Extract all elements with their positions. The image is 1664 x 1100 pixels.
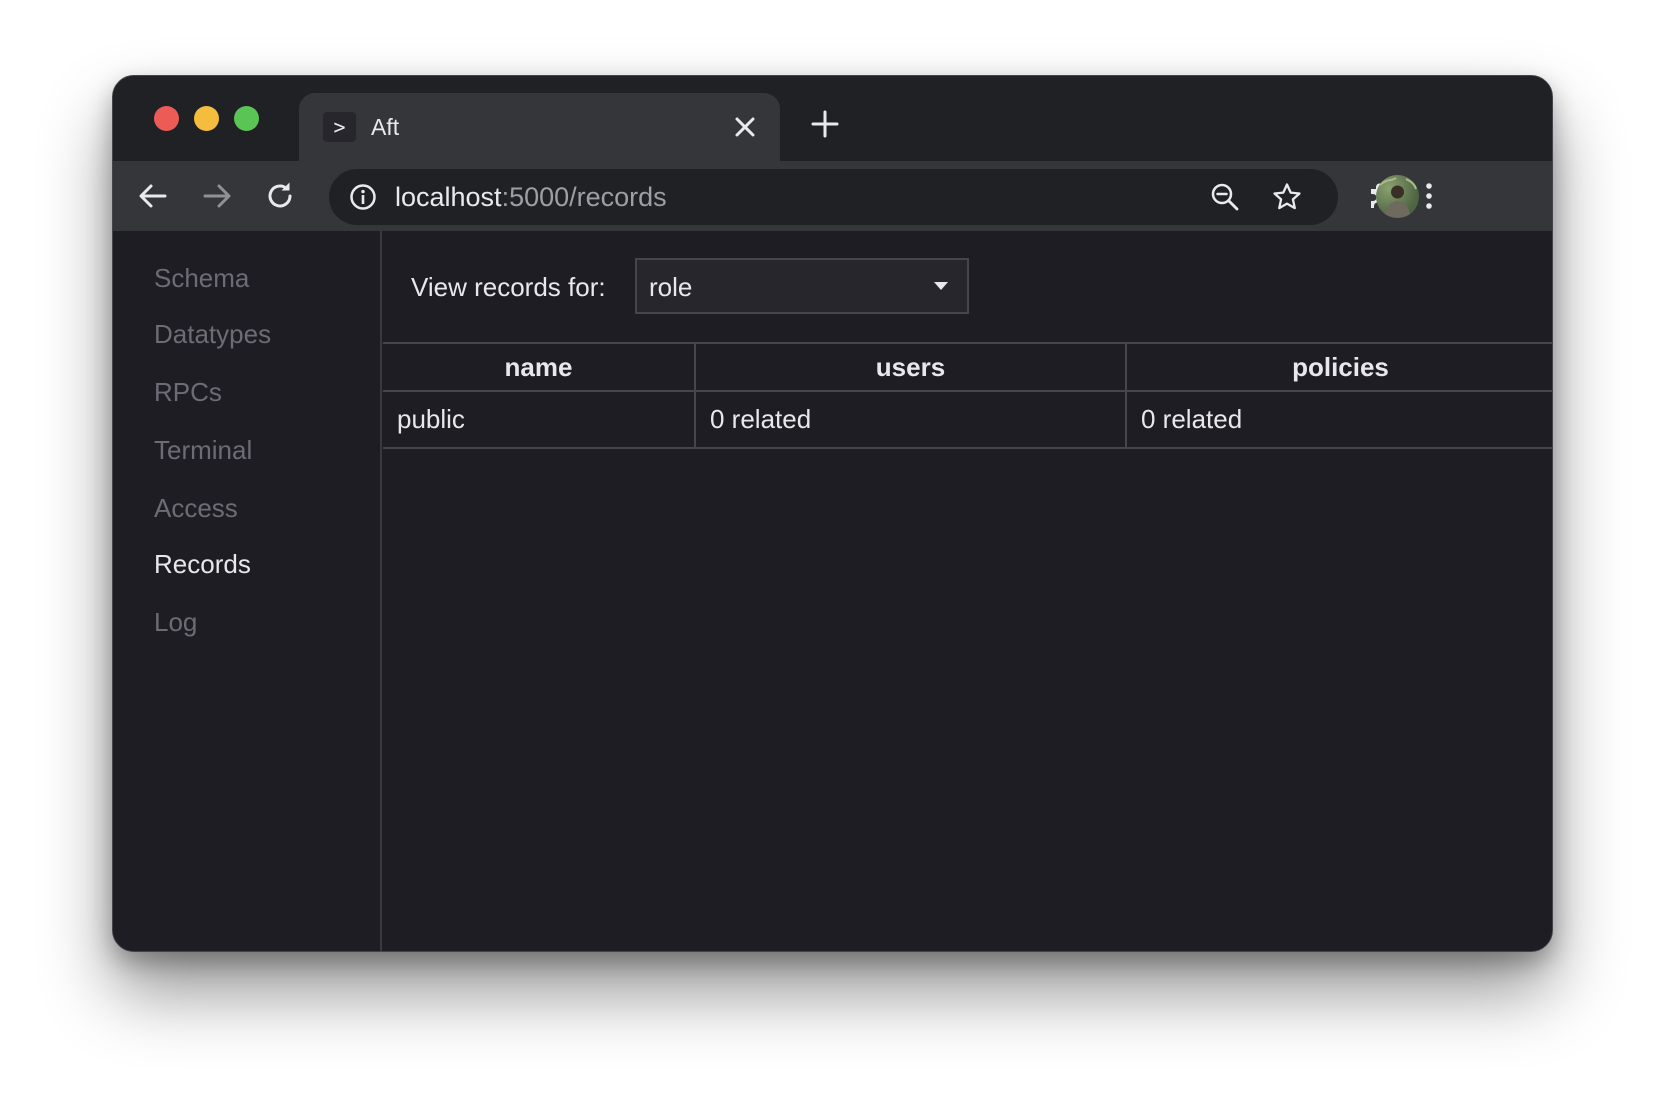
active-tab[interactable]: > Aft [299,93,780,161]
page-content: Schema Datatypes RPCs Terminal Access Re… [113,231,1552,951]
url-host: localhost [395,182,502,212]
url-path: :5000/records [501,182,667,212]
column-header-name: name [383,342,696,392]
column-header-policies: policies [1125,342,1552,392]
sidebar-item-log[interactable]: Log [154,604,197,640]
plus-icon[interactable] [810,109,840,139]
close-window-button[interactable] [154,106,179,131]
star-icon[interactable] [1271,181,1303,213]
sidebar-item-terminal[interactable]: Terminal [154,432,252,468]
browser-window: > Aft localhost:5000/records Schema Data… [112,75,1553,952]
sidebar-item-records[interactable]: Records [154,546,251,582]
reload-icon[interactable] [262,178,298,214]
back-arrow-icon[interactable] [135,178,171,214]
view-records-label: View records for: [411,272,606,302]
info-icon[interactable] [349,183,377,211]
terminal-favicon-icon: > [323,112,356,142]
browser-toolbar: localhost:5000/records [113,161,1552,231]
url-text[interactable]: localhost:5000/records [395,179,667,215]
address-bar[interactable]: localhost:5000/records [329,169,1338,225]
sidebar-item-datatypes[interactable]: Datatypes [154,316,271,352]
table-row[interactable]: public 0 related 0 related [383,390,1552,449]
cell-name: public [383,390,696,449]
record-type-select-value: role [649,272,693,302]
records-table: name users policies public 0 related 0 r… [383,342,1552,449]
close-icon[interactable] [732,114,758,140]
maximize-window-button[interactable] [234,106,259,131]
cell-users[interactable]: 0 related [694,390,1127,449]
kebab-menu-icon[interactable] [1411,178,1447,214]
forward-arrow-icon[interactable] [199,178,235,214]
cell-policies[interactable]: 0 related [1125,390,1552,449]
zoom-out-icon[interactable] [1209,181,1241,213]
record-type-select[interactable]: role [635,258,969,314]
minimize-window-button[interactable] [194,106,219,131]
sidebar-nav: Schema Datatypes RPCs Terminal Access Re… [113,231,382,951]
caret-down-icon [934,282,948,290]
sidebar-item-access[interactable]: Access [154,490,238,526]
sidebar-item-schema[interactable]: Schema [154,260,249,296]
tab-title: Aft [371,114,400,140]
records-panel: View records for: role name users polici… [383,231,1552,951]
table-header-row: name users policies [383,342,1552,392]
tab-strip: > Aft [113,76,1552,161]
sidebar-item-rpcs[interactable]: RPCs [154,374,222,410]
column-header-users: users [694,342,1127,392]
